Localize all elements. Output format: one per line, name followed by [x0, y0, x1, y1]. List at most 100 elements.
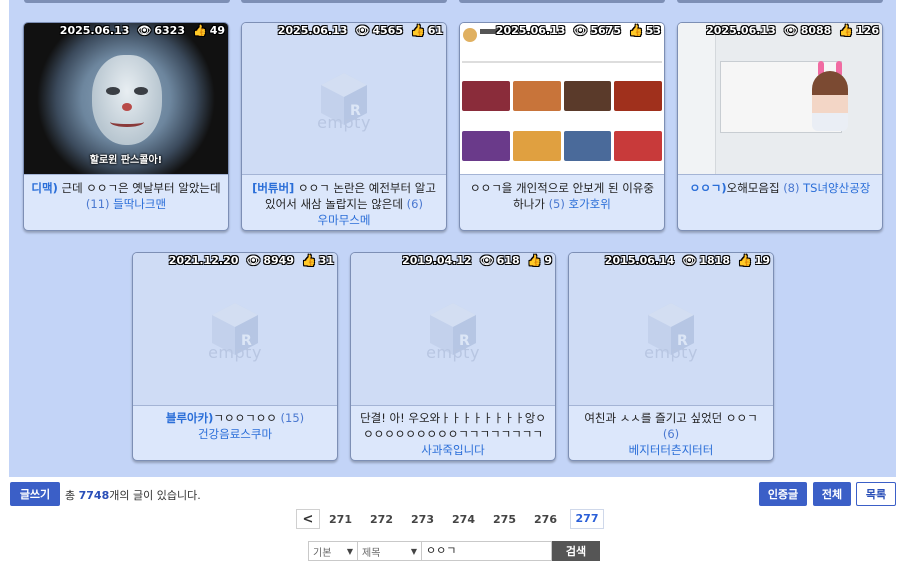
- post-card[interactable]: R empty 2019.04.12 👁 618 👍 9 단결! 아! 우오와ㅏㅏㅏ…: [350, 252, 556, 461]
- empty-label: empty: [644, 343, 698, 362]
- post-title[interactable]: 블루아카)ㄱㅇㅇㄱㅇㅇ (15) 건강음료스쿠마: [139, 410, 331, 442]
- like-count: 49: [209, 24, 225, 37]
- post-thumbnail[interactable]: R empty: [242, 23, 446, 175]
- like-count: 9: [544, 254, 552, 267]
- certified-posts-button[interactable]: 인증글: [759, 482, 807, 506]
- post-date: 2021.12.20: [168, 254, 239, 267]
- eye-icon: 👁: [246, 254, 261, 267]
- empty-label: empty: [317, 113, 371, 132]
- all-posts-button[interactable]: 전체: [813, 482, 851, 506]
- post-date: 2025.06.13: [495, 24, 566, 37]
- post-meta: 2025.06.13 👁 8088 👍 126: [706, 24, 879, 37]
- post-title[interactable]: ㅇㅇㄱ을 개인적으로 안보게 된 이유중 하나가 (5) 호가호위: [466, 180, 658, 212]
- post-title[interactable]: 단결! 아! 우오와ㅏㅏㅏㅏㅏㅏㅏㅏ앙ㅇㅇㅇㅇㅇㅇㅇㅇㅇㅇㄱㄱㄱㄱㄱㄱㄱㄱ 사과…: [357, 410, 549, 458]
- post-card[interactable]: 할로윈 판스콜아! 2025.06.13 👁 6323 👍 49 디맥) 근데 ㅇㅇ…: [23, 22, 229, 231]
- page-link[interactable]: 276: [525, 513, 566, 526]
- current-page: 277: [570, 509, 604, 529]
- write-button[interactable]: 글쓰기: [10, 482, 60, 506]
- post-card[interactable]: 2025.06.13 👁 8088 👍 126 ㅇㅇㄱ)오해모음집 (8) TS녀양…: [677, 22, 883, 231]
- like-count: 19: [754, 254, 770, 267]
- post-date: 2025.06.13: [277, 24, 348, 37]
- prev-page-button[interactable]: <: [296, 509, 320, 529]
- post-author: 들딱나크맨: [113, 197, 167, 211]
- eye-icon: 👁: [355, 24, 370, 37]
- total-post-count: 총 7748개의 글이 있습니다.: [65, 489, 201, 502]
- thumbs-up-icon: 👍: [628, 24, 643, 37]
- post-author: 사과죽입니다: [421, 443, 485, 457]
- post-card[interactable]: R empty 2025.06.13 👁 4565 👍 61 [버튜버] ㅇㅇㄱ 논…: [241, 22, 447, 231]
- post-thumbnail[interactable]: 할로윈 판스콜아!: [24, 23, 228, 175]
- thumbs-up-icon: 👍: [527, 254, 542, 267]
- comment-count: (8): [783, 181, 800, 195]
- post-category: [버튜버]: [252, 181, 295, 195]
- search-bar: 기본 ▼ 제목 ▼ ㅇㅇㄱ 검색: [308, 541, 600, 561]
- search-scope-select[interactable]: 기본 ▼: [308, 541, 358, 561]
- card-bottom-edge: [459, 0, 665, 3]
- post-author: 베지터터츤지터터: [628, 443, 714, 457]
- post-date: 2015.06.14: [604, 254, 675, 267]
- card-bottom-edge: [241, 0, 447, 3]
- card-bottom-edge: [24, 0, 230, 3]
- post-meta: 2025.06.13 👁 6323 👍 49: [60, 24, 225, 37]
- post-thumbnail[interactable]: [460, 23, 664, 175]
- post-card[interactable]: R empty 2015.06.14 👁 1818 👍 19 여친과 ㅅㅅ를 즐기고…: [568, 252, 774, 461]
- like-count: 31: [318, 254, 334, 267]
- post-date: 2025.06.13: [706, 24, 776, 37]
- post-title[interactable]: 디맥) 근데 ㅇㅇㄱ은 옛날부터 알았는데 (11) 들딱나크맨: [30, 180, 222, 212]
- view-count: 5675: [590, 24, 621, 37]
- like-count: 61: [427, 24, 443, 37]
- post-thumbnail[interactable]: [678, 23, 882, 175]
- comment-count: (15): [280, 411, 305, 425]
- chevron-down-icon: ▼: [346, 546, 353, 556]
- post-meta: 2025.06.13 👁 5675 👍 53: [496, 24, 661, 37]
- search-field-select[interactable]: 제목 ▼: [358, 541, 422, 561]
- view-count: 6323: [154, 24, 185, 37]
- search-button[interactable]: 검색: [552, 541, 600, 561]
- page-link[interactable]: 272: [361, 513, 402, 526]
- page-link[interactable]: 274: [443, 513, 484, 526]
- eye-icon: 👁: [682, 254, 697, 267]
- eye-icon: 👁: [573, 24, 588, 37]
- view-count: 4565: [372, 24, 403, 37]
- post-author: 건강음료스쿠마: [197, 427, 273, 441]
- post-thumbnail[interactable]: R empty: [569, 253, 773, 406]
- comment-count: (5): [548, 197, 565, 211]
- post-date: 2019.04.12: [402, 254, 472, 267]
- post-thumbnail[interactable]: R empty: [133, 253, 337, 406]
- view-count: 618: [496, 254, 520, 267]
- eye-icon: 👁: [137, 24, 152, 37]
- list-button[interactable]: 목록: [856, 482, 896, 506]
- thumbs-up-icon: 👍: [301, 254, 316, 267]
- board-action-bar: 글쓰기 총 7748개의 글이 있습니다. 인증글 전체 목록: [9, 479, 896, 507]
- post-category: ㅇㅇㄱ): [689, 181, 727, 195]
- page-link[interactable]: 271: [320, 513, 361, 526]
- view-count: 8949: [263, 254, 294, 267]
- post-title[interactable]: 여친과 ㅅㅅ를 즐기고 싶었던 ㅇㅇㄱ (6) 베지터터츤지터터: [575, 410, 767, 458]
- eye-icon: 👁: [783, 24, 798, 37]
- comment-count: (11): [85, 197, 110, 211]
- empty-label: empty: [426, 343, 480, 362]
- search-input[interactable]: ㅇㅇㄱ: [422, 541, 552, 561]
- post-card[interactable]: 2025.06.13 👁 5675 👍 53 ㅇㅇㄱ을 개인적으로 안보게 된 이유…: [459, 22, 665, 231]
- post-author: 호가호위: [568, 197, 611, 211]
- post-meta: 2019.04.12 👁 618 👍 9: [402, 254, 552, 267]
- view-count: 1818: [699, 254, 730, 267]
- post-thumbnail[interactable]: R empty: [351, 253, 555, 406]
- post-title[interactable]: ㅇㅇㄱ)오해모음집 (8) TS녀양산공장: [684, 180, 876, 196]
- post-category: 블루아카): [165, 411, 214, 425]
- thumbs-up-icon: 👍: [192, 24, 207, 37]
- like-count: 126: [856, 24, 879, 37]
- post-title[interactable]: [버튜버] ㅇㅇㄱ 논란은 예전부터 알고 있어서 새삼 놀랍지는 않은데 (6…: [248, 180, 440, 228]
- page-link[interactable]: 273: [402, 513, 443, 526]
- pagination: < 271 272 273 274 275 276 277: [296, 509, 604, 529]
- post-category: 디맥): [31, 181, 58, 195]
- post-meta: 2015.06.14 👁 1818 👍 19: [605, 254, 770, 267]
- post-card[interactable]: R empty 2021.12.20 👁 8949 👍 31 블루아카)ㄱㅇㅇㄱㅇㅇ…: [132, 252, 338, 461]
- chevron-down-icon: ▼: [410, 546, 417, 556]
- card-bottom-edge: [677, 0, 883, 3]
- view-count: 8088: [800, 24, 832, 37]
- vtuber-avatar: [812, 71, 848, 131]
- post-meta: 2021.12.20 👁 8949 👍 31: [169, 254, 334, 267]
- page-link[interactable]: 275: [484, 513, 525, 526]
- like-count: 53: [645, 24, 661, 37]
